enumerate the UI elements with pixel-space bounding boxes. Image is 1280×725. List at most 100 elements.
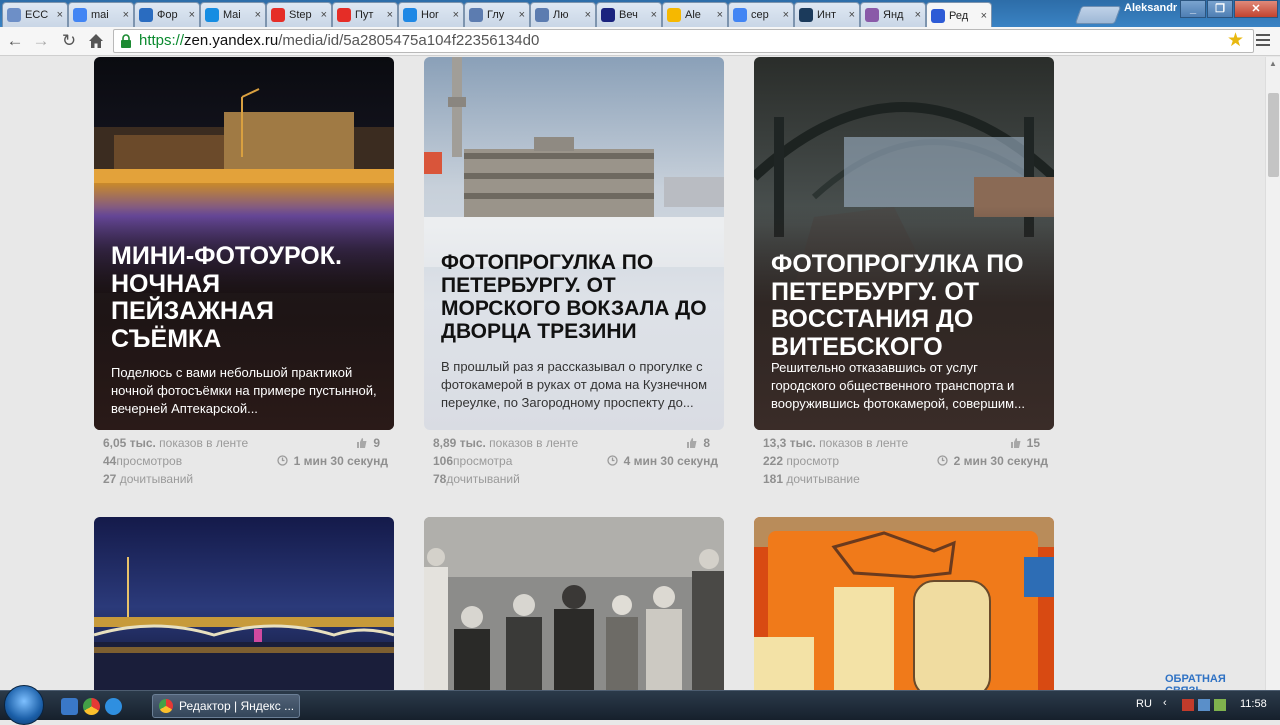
- clock-icon: [276, 455, 288, 466]
- tab-close-icon[interactable]: ×: [717, 9, 723, 21]
- close-window-button[interactable]: ✕: [1234, 0, 1278, 18]
- mailru-icon: [205, 8, 219, 22]
- article-stats: 6,05 тыс. показов в ленте 44просмотров 2…: [103, 436, 388, 486]
- home-icon[interactable]: [85, 30, 107, 52]
- article-snippet: Решительно отказавшись от услуг городско…: [771, 360, 1025, 411]
- article-card[interactable]: МИНИ-ФОТОУРОК. НОЧНАЯ ПЕЙЗАЖНАЯ СЪЁМКА П…: [94, 57, 394, 430]
- browser-tab[interactable]: Фор ×: [134, 2, 200, 27]
- tab-close-icon[interactable]: ×: [387, 9, 393, 21]
- browser-tab[interactable]: Ale ×: [662, 2, 728, 27]
- tab-close-icon[interactable]: ×: [915, 9, 921, 21]
- tab-label: Лю: [553, 9, 569, 21]
- browser-tab[interactable]: Mai ×: [200, 2, 266, 27]
- tab-close-icon[interactable]: ×: [255, 9, 261, 21]
- start-button[interactable]: [4, 685, 44, 725]
- scroll-up-arrow-icon[interactable]: ▲: [1269, 59, 1277, 68]
- tab-label: Hor: [421, 9, 439, 21]
- browser-tab[interactable]: mai ×: [68, 2, 134, 27]
- browser-tab[interactable]: Глу ×: [464, 2, 530, 27]
- zen-icon: [931, 8, 945, 23]
- article-stats: 13,3 тыс. показов в ленте 222 просмотр 1…: [763, 436, 1048, 486]
- back-arrow-icon[interactable]: ←: [4, 30, 26, 52]
- tab-close-icon[interactable]: ×: [783, 9, 789, 21]
- bird-icon: [403, 8, 417, 22]
- tab-close-icon[interactable]: ×: [189, 9, 195, 21]
- lock-icon: [121, 34, 131, 48]
- article-cover-image: [754, 517, 1054, 690]
- bookmark-star-icon[interactable]: ★: [1227, 29, 1244, 52]
- browser-tab[interactable]: Пут ×: [332, 2, 398, 27]
- article-card[interactable]: ФОТОПРОГУЛКА ПО ПЕТЕРБУРГУ. ОТ ВОССТАНИЯ…: [754, 57, 1054, 430]
- tab-close-icon[interactable]: ×: [321, 9, 327, 21]
- doc-icon: [7, 8, 21, 22]
- tab-label: ECC: [25, 9, 49, 21]
- google-icon: [733, 8, 747, 22]
- article-card[interactable]: [424, 517, 724, 690]
- google-icon: [73, 8, 87, 22]
- minimize-button[interactable]: _: [1180, 0, 1206, 18]
- circle-icon: [535, 8, 549, 22]
- tab-label: Step: [289, 9, 312, 21]
- profile-name[interactable]: Aleksandr: [1124, 2, 1177, 14]
- tab-label: Фор: [157, 9, 178, 21]
- article-snippet: Поделюсь с вами небольшой практикой ночн…: [111, 365, 377, 416]
- article-card[interactable]: [94, 517, 394, 690]
- chrome-icon[interactable]: [83, 698, 100, 715]
- maximize-button[interactable]: ❐: [1207, 0, 1233, 18]
- antivirus-tray-icon[interactable]: [1182, 699, 1194, 711]
- browser-tab[interactable]: Ред ×: [926, 2, 992, 28]
- scrollbar-thumb[interactable]: [1268, 93, 1279, 177]
- browser-tab[interactable]: Hor ×: [398, 2, 464, 27]
- network-tray-icon[interactable]: [1198, 699, 1210, 711]
- new-tab-button[interactable]: [1074, 6, 1122, 24]
- address-bar[interactable]: https://zen.yandex.ru/media/id/5a2805475…: [113, 29, 1254, 53]
- browser-tab[interactable]: Веч ×: [596, 2, 662, 27]
- browser-tab[interactable]: Инт ×: [794, 2, 860, 27]
- browser-tab[interactable]: сер ×: [728, 2, 794, 27]
- tab-label: Веч: [619, 9, 638, 21]
- browser-tab[interactable]: ECC ×: [2, 2, 68, 27]
- browser-menu-icon[interactable]: [1256, 31, 1270, 49]
- tab-close-icon[interactable]: ×: [849, 9, 855, 21]
- tab-close-icon[interactable]: ×: [453, 9, 459, 21]
- article-title: ФОТОПРОГУЛКА ПО ПЕТЕРБУРГУ. ОТ ВОССТАНИЯ…: [771, 250, 1024, 361]
- tab-close-icon[interactable]: ×: [585, 9, 591, 21]
- wave-icon: [799, 8, 813, 22]
- like-icon: [357, 438, 367, 448]
- article-card[interactable]: [754, 517, 1054, 690]
- tab-label: сер: [751, 9, 769, 21]
- tab-close-icon[interactable]: ×: [57, 9, 63, 21]
- clock-icon: [606, 455, 618, 466]
- tab-label: Ред: [949, 9, 969, 22]
- clock-icon: [936, 455, 948, 466]
- tab-close-icon[interactable]: ×: [519, 9, 525, 21]
- tab-label: Пут: [355, 9, 374, 21]
- tab-label: Ale: [685, 9, 701, 21]
- system-clock[interactable]: 11:58: [1240, 698, 1267, 710]
- page-scrollbar[interactable]: ▲: [1265, 57, 1280, 690]
- internet-explorer-icon[interactable]: [105, 698, 122, 715]
- tab-close-icon[interactable]: ×: [123, 9, 129, 21]
- article-cover-image: [424, 517, 724, 690]
- taskbar-window-chrome[interactable]: Редактор | Яндекс ...: [152, 694, 300, 718]
- tab-close-icon[interactable]: ×: [651, 9, 657, 21]
- youtube-icon: [337, 8, 351, 22]
- feedback-link[interactable]: ОБРАТНАЯ СВЯЗЬ: [1165, 673, 1265, 690]
- browser-tab[interactable]: Лю ×: [530, 2, 596, 27]
- show-desktop-icon[interactable]: [61, 698, 78, 715]
- browser-tab[interactable]: Step ×: [266, 2, 332, 27]
- article-card[interactable]: ФОТОПРОГУЛКА ПО ПЕТЕРБУРГУ. ОТ МОРСКОГО …: [424, 57, 724, 430]
- article-stats: 8,89 тыс. показов в ленте 106просмотра 7…: [433, 436, 718, 486]
- browser-toolbar: ← → ↻ https://zen.yandex.ru/media/id/5a2…: [0, 27, 1280, 56]
- tab-close-icon[interactable]: ×: [981, 10, 987, 22]
- article-title: МИНИ-ФОТОУРОК. НОЧНАЯ ПЕЙЗАЖНАЯ СЪЁМКА: [111, 242, 342, 353]
- like-icon: [1010, 438, 1021, 448]
- language-indicator[interactable]: RU: [1136, 698, 1152, 710]
- tray-expand-icon[interactable]: ‹: [1163, 697, 1167, 709]
- forward-arrow-icon[interactable]: →: [30, 30, 52, 52]
- tab-label: Янд: [883, 9, 904, 21]
- flag-tray-icon[interactable]: [1214, 699, 1226, 711]
- tab-label: Mai: [223, 9, 241, 21]
- reload-icon[interactable]: ↻: [58, 30, 80, 52]
- browser-tab[interactable]: Янд ×: [860, 2, 926, 27]
